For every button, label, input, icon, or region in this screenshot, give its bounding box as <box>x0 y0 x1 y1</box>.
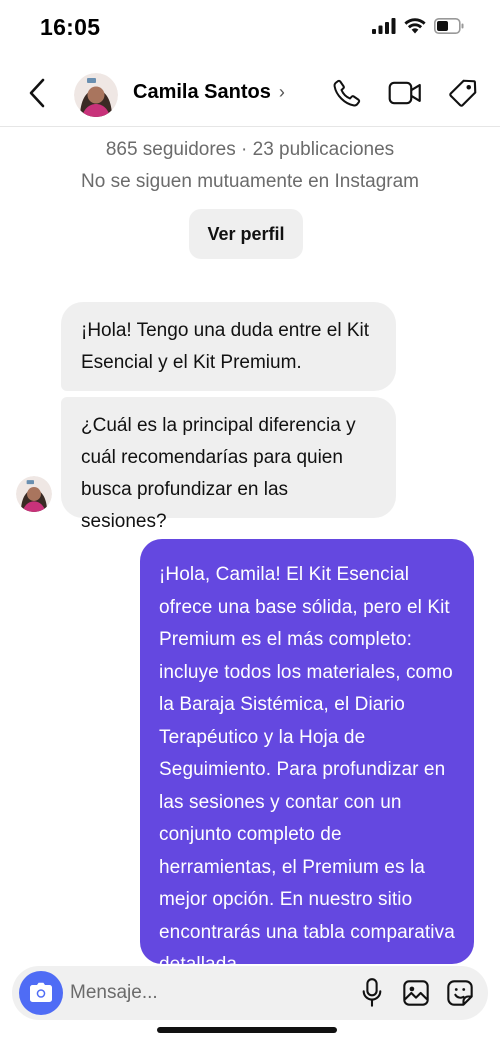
home-indicator <box>157 1027 337 1033</box>
chat-header: Camila Santos › <box>0 60 500 127</box>
view-profile-button[interactable]: Ver perfil <box>189 209 303 259</box>
phone-icon[interactable] <box>330 76 364 110</box>
contact-avatar-small <box>16 476 52 512</box>
status-time: 16:05 <box>40 14 101 40</box>
profile-stats: 865 seguidores · 23 publicaciones <box>105 139 395 160</box>
status-icons <box>372 18 464 39</box>
cellular-signal-icon <box>372 18 396 39</box>
chevron-right-icon: › <box>278 82 285 102</box>
microphone-icon[interactable] <box>358 978 386 1008</box>
mutual-follow-status: No se siguen mutuamente en Instagram <box>81 171 419 192</box>
message-input[interactable] <box>70 974 330 1012</box>
image-icon[interactable] <box>402 978 430 1008</box>
profile-info: 865 seguidores · 23 publicaciones No se … <box>0 134 500 198</box>
chevron-left-icon[interactable] <box>22 76 52 110</box>
contact-avatar[interactable] <box>74 73 118 117</box>
contact-name: Camila Santos <box>133 81 271 103</box>
status-bar: 16:05 <box>0 0 500 58</box>
incoming-message[interactable]: ¡Hola! Tengo una duda entre el Kit Esenc… <box>61 302 396 391</box>
sticker-icon[interactable] <box>446 978 474 1008</box>
message-composer <box>12 966 488 1020</box>
wifi-icon <box>404 18 426 39</box>
composer-actions <box>358 978 474 1008</box>
incoming-message[interactable]: ¿Cuál es la principal diferencia y cuál … <box>61 397 396 532</box>
video-camera-icon[interactable] <box>388 76 422 110</box>
header-actions <box>330 76 480 110</box>
battery-icon <box>434 18 464 39</box>
camera-icon[interactable] <box>19 971 63 1015</box>
outgoing-message[interactable]: ¡Hola, Camila! El Kit Esencial ofrece un… <box>140 539 474 975</box>
contact-name-link[interactable]: Camila Santos › <box>133 81 285 104</box>
tag-icon[interactable] <box>446 76 480 110</box>
